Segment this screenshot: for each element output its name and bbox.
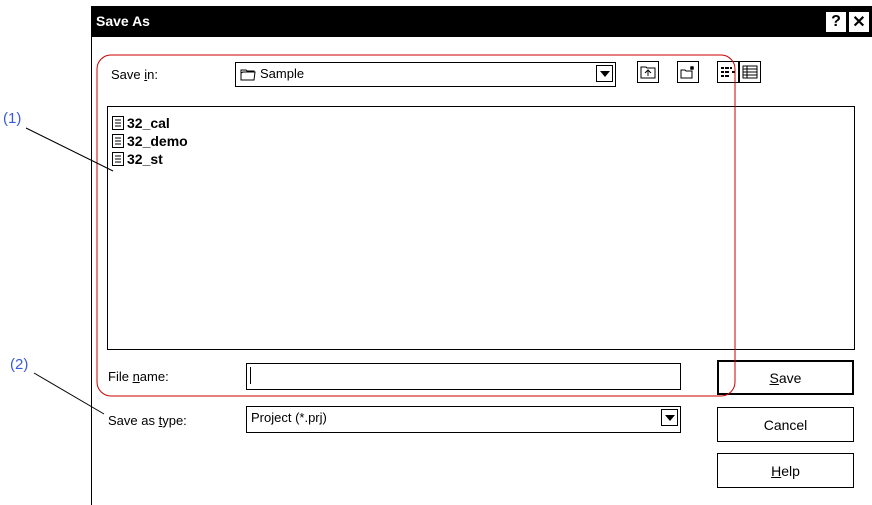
callout-1-leader — [25, 127, 114, 172]
highlight-rectangle — [96, 54, 736, 397]
annotation-overlay — [25, 54, 736, 415]
callout-2-leader — [33, 372, 105, 415]
